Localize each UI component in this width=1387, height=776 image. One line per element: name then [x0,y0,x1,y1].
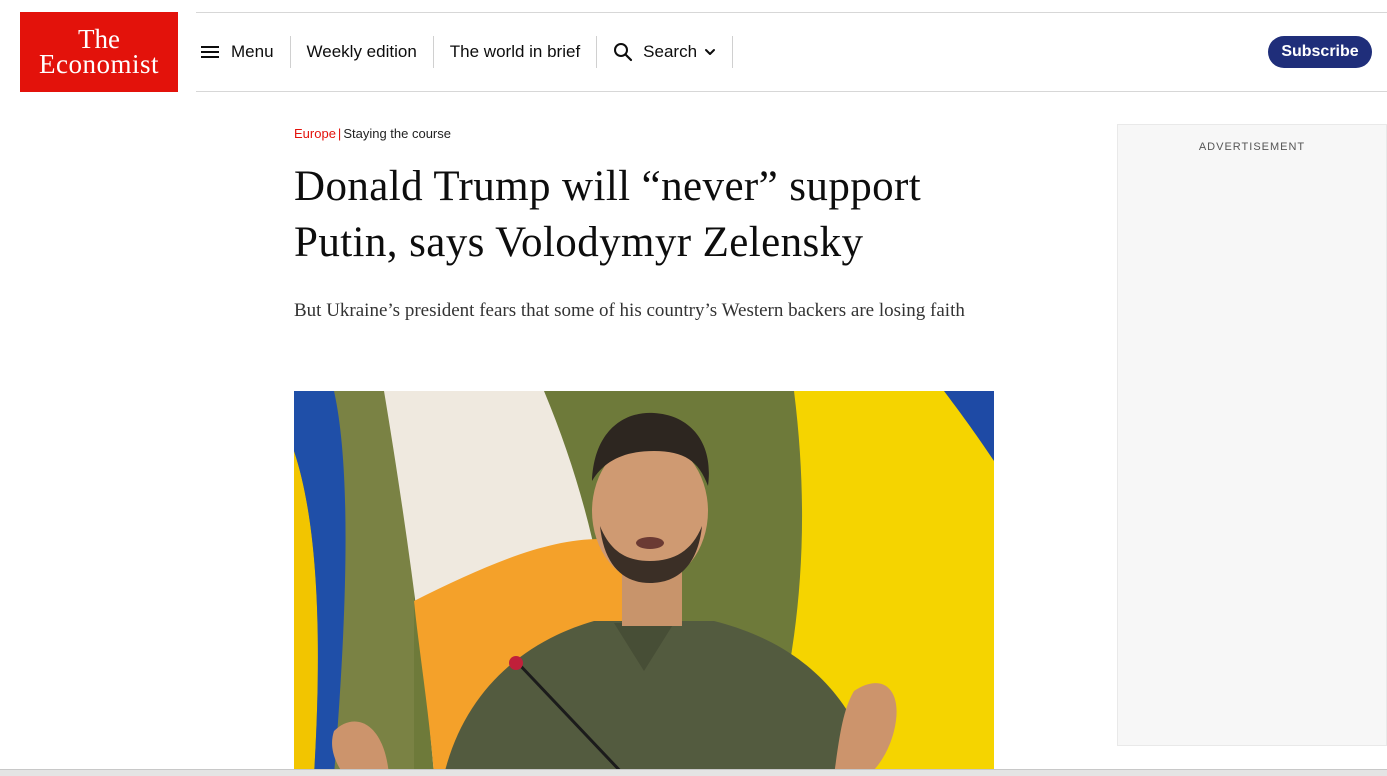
headline-line-2: Putin, says Volodymyr Zelensky [294,219,864,266]
rubric: Europe | Staying the course [294,126,1004,141]
menu-label: Menu [231,42,274,61]
lead-photo [294,391,994,775]
headline-line-1: Donald Trump will “never” support [294,163,922,210]
headline: Donald Trump will “never” support Putin,… [294,159,1004,271]
weekly-edition-link[interactable]: Weekly edition [291,36,434,68]
logo-line-2: Economist [39,49,159,79]
main-nav: Menu Weekly edition The world in brief S… [196,13,734,91]
fly-title: Staying the course [343,126,451,141]
world-in-brief-label: The world in brief [449,42,581,61]
lead-image [294,391,994,775]
standfirst: But Ukraine’s president fears that some … [294,300,965,321]
search-label: Search [643,42,698,61]
advertisement-slot: ADVERTISEMENT [1117,124,1387,746]
section-link[interactable]: Europe [294,126,336,141]
search-icon [614,43,633,62]
weekly-edition-label: Weekly edition [306,42,417,61]
economist-logo[interactable]: The Economist [20,12,178,92]
advertisement-label: ADVERTISEMENT [1198,141,1306,153]
chevron-down-icon [705,49,716,55]
hamburger-icon [201,45,219,59]
subscribe-button[interactable]: Subscribe [1268,36,1372,68]
article: Europe | Staying the course Donald Trump w… [294,126,1004,325]
header-bottom-rule [196,91,1387,92]
menu-button[interactable]: Menu [196,36,291,68]
world-in-brief-link[interactable]: The world in brief [434,36,598,68]
search-button[interactable]: Search [597,36,734,68]
